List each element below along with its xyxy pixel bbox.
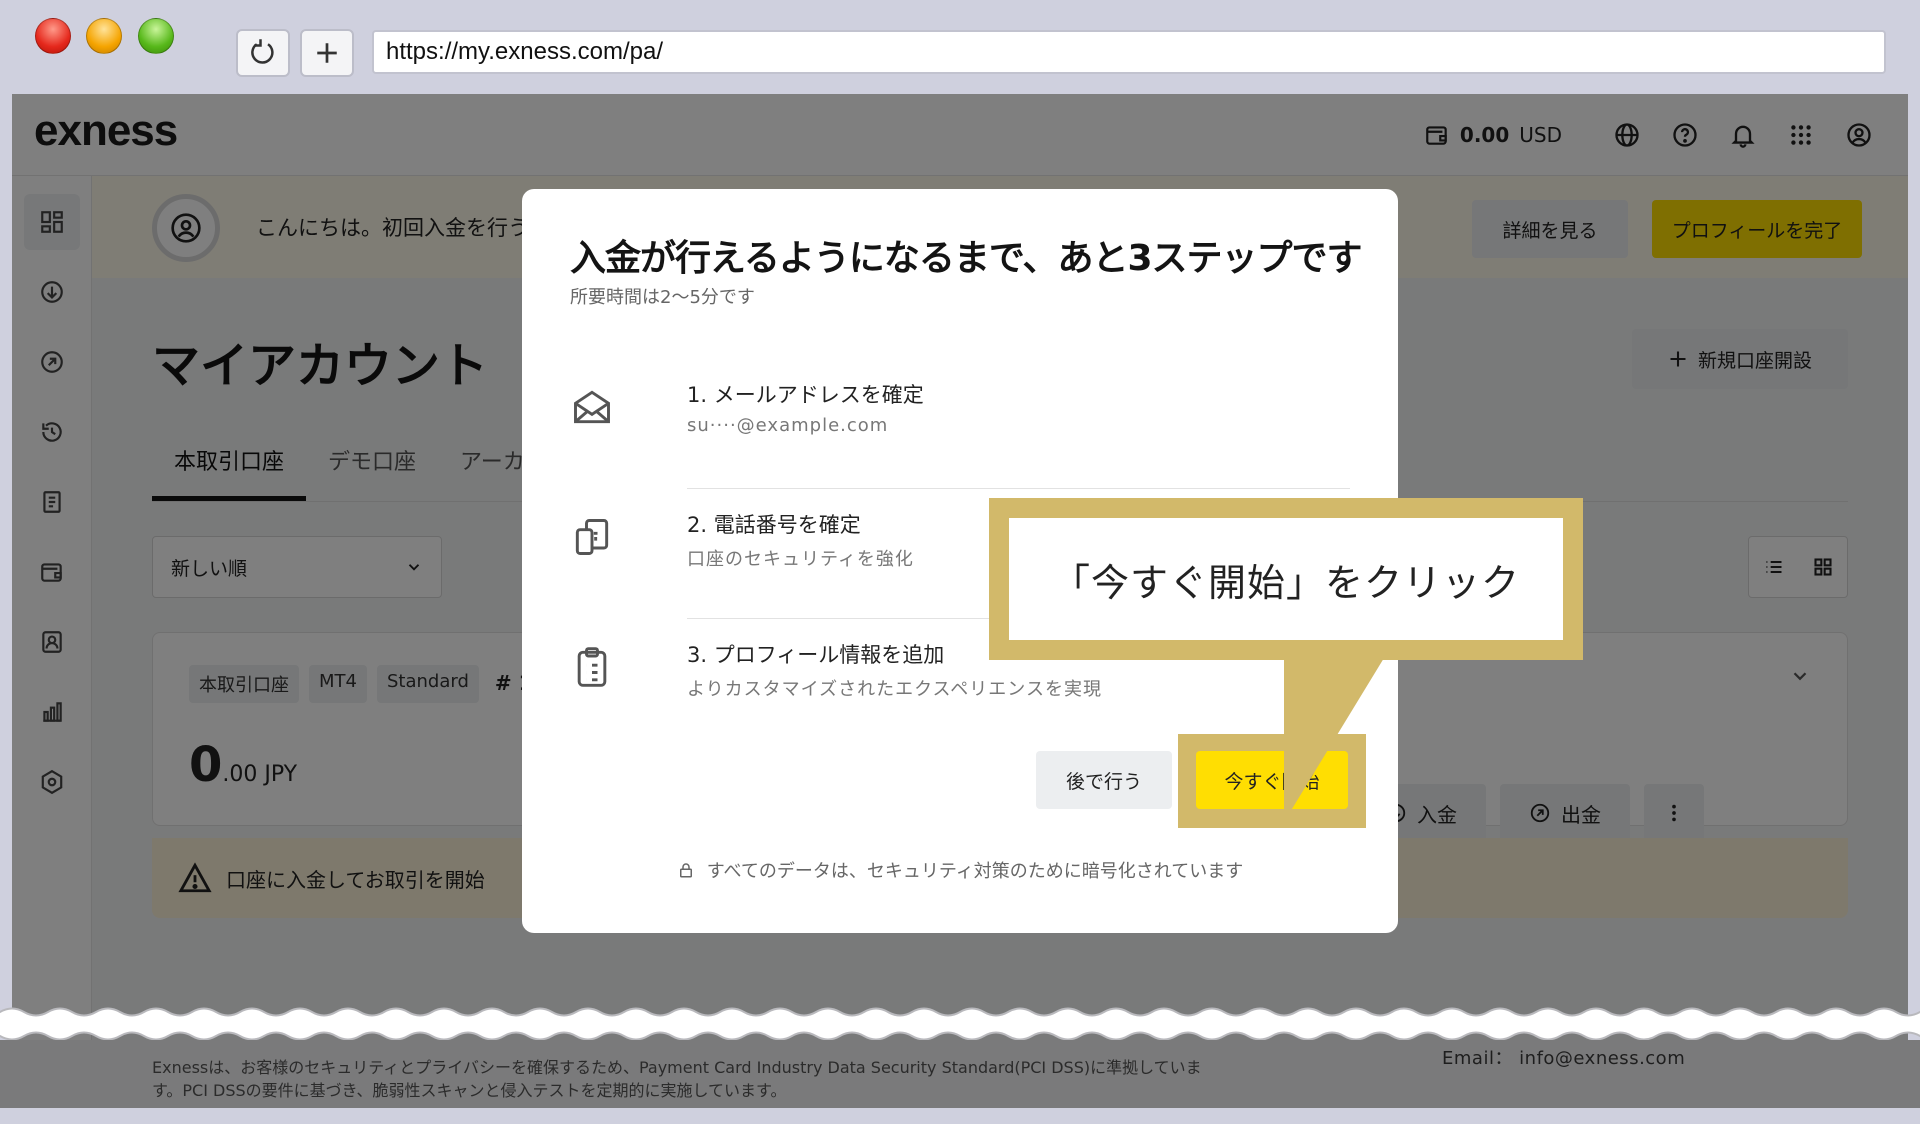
step-description: 口座のセキュリティを強化 [687,549,914,570]
modal-title: 入金が行えるようになるまで、あと3ステップです [570,238,1363,279]
footer-compliance-text: Exnessは、お客様のセキュリティとプライバシーを確保するため、Payment… [152,1058,1202,1100]
security-note-text: すべてのデータは、セキュリティ対策のために暗号化されています [706,861,1244,882]
step-description: su····@example.com [687,415,889,436]
frame-left [0,92,12,1124]
frame-right [1908,92,1920,1124]
step-title: 1. メールアドレスを確定 [687,383,924,407]
reload-icon [251,39,274,64]
page-footer: Exnessは、お客様のセキュリティとプライバシーを確保するため、Payment… [0,1040,1920,1108]
plus-icon [317,43,337,63]
clipboard-icon [577,647,607,687]
maximize-window-button[interactable] [138,18,174,54]
close-window-button[interactable] [35,18,71,54]
security-note: すべてのデータは、セキュリティ対策のために暗号化されています [522,857,1398,883]
new-tab-button[interactable] [300,29,354,77]
step-description: よりカスタマイズされたエクスペリエンスを実現 [687,679,1102,700]
browser-chrome: https://my.exness.com/pa/ [0,0,1920,92]
minimize-window-button[interactable] [86,18,122,54]
instruction-callout-text: 「今すぐ開始」をクリック [1009,518,1563,640]
reload-button[interactable] [236,29,290,77]
envelope-icon [574,390,610,424]
later-button[interactable]: 後で行う [1036,751,1172,809]
address-bar[interactable]: https://my.exness.com/pa/ [372,30,1886,74]
step-verify-email[interactable]: 1. メールアドレスを確定 su····@example.com [570,359,1350,489]
instruction-callout: 「今すぐ開始」をクリック [989,498,1583,660]
frame-bottom [0,1108,1920,1124]
footer-email[interactable]: Email： info@exness.com [1442,1044,1685,1070]
step-title: 2. 電話番号を確定 [687,513,861,537]
phone-icon [575,519,609,555]
page-viewport: exness 0.00 USD [12,94,1908,1108]
modal-subtitle: 所要時間は2〜5分です [570,287,755,308]
step-title: 3. プロフィール情報を追加 [687,643,945,667]
callout-pointer [1284,658,1384,822]
lock-icon [679,863,692,878]
